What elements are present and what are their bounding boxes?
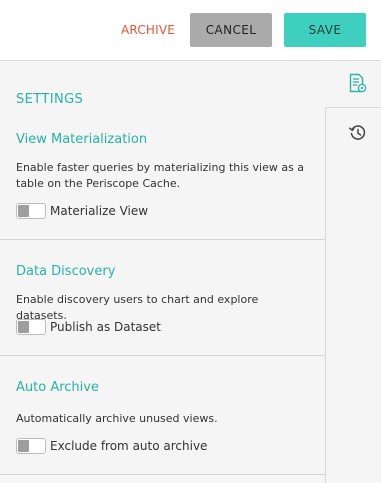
section-divider [0,355,325,356]
tab-settings[interactable] [325,61,381,108]
exclude-auto-archive-label: Exclude from auto archive [50,439,208,453]
archive-button[interactable]: ARCHIVE [115,13,181,47]
section-heading-auto-archive: Auto Archive [16,380,99,395]
section-heading-view-materialization: View Materialization [16,132,148,147]
materialize-view-label: Materialize View [50,204,149,218]
exclude-auto-archive-toggle[interactable] [16,438,46,454]
section-divider [0,239,325,240]
side-rail [325,61,381,483]
settings-panel: SETTINGS View Materialization Enable fas… [0,61,325,483]
publish-dataset-toggle[interactable] [16,319,46,335]
section-description-auto-archive: Automatically archive unused views. [16,412,218,425]
toolbar: ARCHIVE CANCEL SAVE [0,0,381,61]
settings-title: SETTINGS [16,92,84,107]
section-heading-data-discovery: Data Discovery [16,264,116,279]
toggle-knob [18,440,29,452]
save-button[interactable]: SAVE [284,13,366,47]
section-divider [0,474,325,475]
section-description-view-materialization: Enable faster queries by materializing t… [16,161,305,190]
history-icon[interactable] [348,123,368,143]
cancel-button[interactable]: CANCEL [190,13,272,47]
materialize-view-toggle[interactable] [16,203,46,219]
settings-document-icon [347,73,367,93]
toggle-knob [18,321,29,333]
toggle-knob [18,205,29,217]
publish-dataset-label: Publish as Dataset [50,320,161,334]
